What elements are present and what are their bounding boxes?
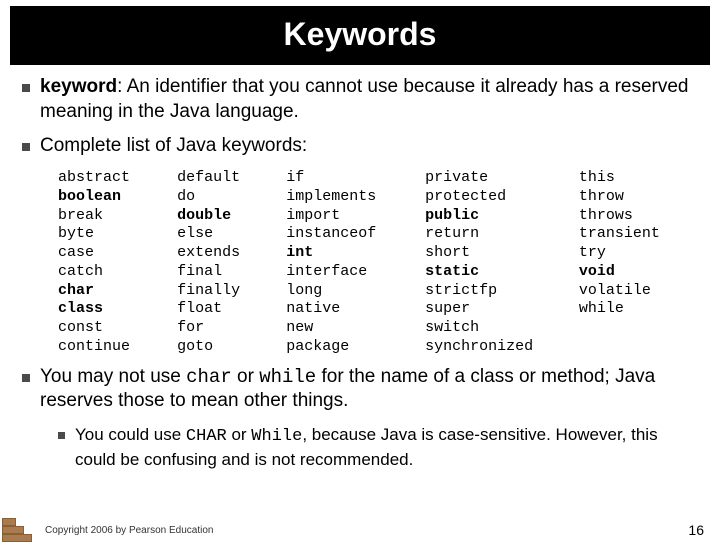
keywords-col-3: if implements import instanceof int inte… [286, 169, 425, 357]
keywords-col-1: abstract boolean break byte case catch c… [58, 169, 177, 357]
bullet-marker-icon [22, 143, 30, 151]
keyword-class: class [58, 300, 103, 317]
keyword-volatile: volatile [579, 282, 651, 299]
keyword-public: public [425, 207, 479, 224]
keyword-throw: throw [579, 188, 624, 205]
keyword-instanceof: instanceof [286, 225, 376, 242]
keyword-if: if [286, 169, 304, 186]
code-while-cap: While [251, 427, 302, 446]
keyword-int: int [286, 244, 313, 261]
keywords-col-4: private protected public return short st… [425, 169, 579, 357]
stairs-icon [2, 516, 32, 542]
keyword-double: double [177, 207, 231, 224]
keyword-final: final [177, 263, 222, 280]
keyword-byte: byte [58, 225, 94, 242]
keyword-void: void [579, 263, 615, 280]
keyword-term: keyword [40, 76, 117, 97]
stair-step [2, 534, 32, 542]
code-while: while [259, 366, 316, 388]
stair-step [2, 518, 16, 526]
keyword-try: try [579, 244, 606, 261]
bullet-text: keyword: An identifier that you cannot u… [40, 75, 698, 124]
keyword-else: else [177, 225, 213, 242]
keyword-throws: throws [579, 207, 633, 224]
code-char-upper: CHAR [186, 427, 227, 446]
definition-text: : An identifier that you cannot use beca… [40, 76, 689, 122]
keyword-new: new [286, 319, 313, 336]
bullet-text: You may not use char or while for the na… [40, 365, 698, 414]
keyword-break: break [58, 207, 103, 224]
keyword-switch: switch [425, 319, 479, 336]
keywords-col-2: default do double else extends final fin… [177, 169, 286, 357]
bullet-definition: keyword: An identifier that you cannot u… [22, 75, 698, 124]
bullet-text: Complete list of Java keywords: [40, 134, 307, 159]
keywords-table: abstract boolean break byte case catch c… [58, 169, 698, 357]
bullet-may-not-use: You may not use char or while for the na… [22, 365, 698, 414]
page-number: 16 [688, 522, 704, 538]
bullet-complete-list: Complete list of Java keywords: [22, 134, 698, 159]
keyword-finally: finally [177, 282, 240, 299]
keyword-const: const [58, 319, 103, 336]
bullet-marker-icon [22, 374, 30, 382]
keyword-char: char [58, 282, 94, 299]
keyword-case: case [58, 244, 94, 261]
keyword-transient: transient [579, 225, 660, 242]
code-char: char [186, 366, 232, 388]
keyword-interface: interface [286, 263, 367, 280]
sub-bullet-case-sensitive: You could use CHAR or While, because Jav… [58, 424, 698, 472]
keyword-short: short [425, 244, 470, 261]
keyword-native: native [286, 300, 340, 317]
keyword-implements: implements [286, 188, 376, 205]
keyword-protected: protected [425, 188, 506, 205]
bullet-marker-icon [58, 432, 65, 439]
keywords-col-5: this throw throws transient try void vol… [579, 169, 698, 357]
keyword-extends: extends [177, 244, 240, 261]
keyword-default: default [177, 169, 240, 186]
text-fragment: You could use [75, 425, 186, 444]
keyword-return: return [425, 225, 479, 242]
bullet-marker-icon [22, 84, 30, 92]
keyword-static: static [425, 263, 479, 280]
keyword-continue: continue [58, 338, 130, 355]
keyword-private: private [425, 169, 488, 186]
copyright-text: Copyright 2006 by Pearson Education [45, 525, 213, 536]
keyword-float: float [177, 300, 222, 317]
keyword-abstract: abstract [58, 169, 130, 186]
slide-title: Keywords [10, 6, 710, 65]
keyword-do: do [177, 188, 195, 205]
keyword-strictfp: strictfp [425, 282, 497, 299]
stair-step [2, 526, 24, 534]
sub-bullet-text: You could use CHAR or While, because Jav… [75, 424, 698, 472]
keyword-catch: catch [58, 263, 103, 280]
text-fragment: or [227, 425, 252, 444]
keyword-super: super [425, 300, 470, 317]
slide-content: keyword: An identifier that you cannot u… [0, 65, 720, 472]
text-fragment: You may not use [40, 366, 186, 387]
slide: Keywords keyword: An identifier that you… [0, 6, 720, 546]
keyword-this: this [579, 169, 615, 186]
keyword-for: for [177, 319, 204, 336]
keyword-boolean: boolean [58, 188, 121, 205]
keyword-import: import [286, 207, 340, 224]
keyword-synchronized: synchronized [425, 338, 533, 355]
keyword-goto: goto [177, 338, 213, 355]
keyword-while: while [579, 300, 624, 317]
text-fragment: or [232, 366, 259, 387]
keyword-long: long [286, 282, 322, 299]
keyword-package: package [286, 338, 349, 355]
